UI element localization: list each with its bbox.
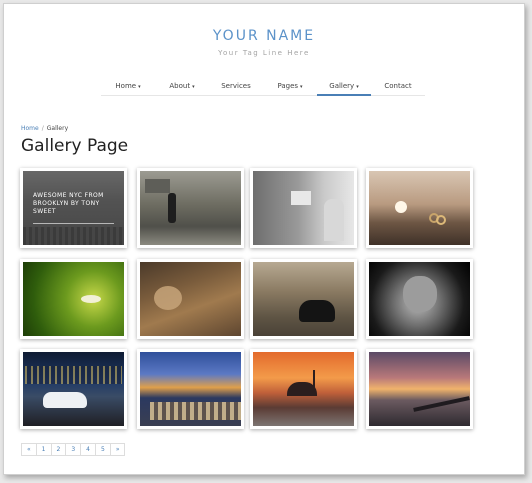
site-name[interactable]: YOUR NAME xyxy=(4,28,524,44)
gallery-image-old-man xyxy=(140,262,241,336)
gallery-item-pier-sunset[interactable] xyxy=(366,349,473,429)
chevron-down-icon: ▾ xyxy=(356,84,359,90)
breadcrumb-home-link[interactable]: Home xyxy=(21,125,39,132)
chevron-down-icon: ▾ xyxy=(300,84,303,90)
nav-about[interactable]: About ▾ xyxy=(155,76,209,96)
gallery-image-coastal-dusk xyxy=(140,352,241,426)
nav-services[interactable]: Services xyxy=(209,76,263,96)
chevron-down-icon: ▾ xyxy=(192,84,195,90)
pagination-page-4[interactable]: 4 xyxy=(80,443,96,456)
gallery-item-rainy-street[interactable] xyxy=(137,168,244,248)
nav-services-label: Services xyxy=(221,82,251,90)
gallery-image-flower xyxy=(23,262,124,336)
gallery-image-wedding-rings xyxy=(369,171,470,245)
gallery-image-night-city-car xyxy=(23,352,124,426)
gallery-item-dog-street[interactable] xyxy=(250,168,357,248)
gallery-item-vintage-car[interactable] xyxy=(250,259,357,339)
gallery-item-old-man[interactable] xyxy=(137,259,244,339)
pagination-next[interactable]: » xyxy=(109,443,126,456)
site-tagline: Your Tag Line Here xyxy=(218,49,310,57)
chevron-down-icon: ▾ xyxy=(138,84,141,90)
gallery-image-nyc-brooklyn: AWESOME NYC FROM BROOKLYN BY TONY SWEET xyxy=(23,171,124,245)
gallery-overlay-caption: AWESOME NYC FROM BROOKLYN BY TONY SWEET xyxy=(33,192,104,215)
nav-contact-label: Contact xyxy=(384,82,412,90)
breadcrumb-current: Gallery xyxy=(46,125,69,132)
nav-contact[interactable]: Contact xyxy=(371,76,425,96)
gallery-item-kitten[interactable] xyxy=(366,259,473,339)
gallery-image-rainy-street xyxy=(140,171,241,245)
nav-home-label: Home xyxy=(115,82,137,90)
gallery-image-istanbul-sunset xyxy=(253,352,354,426)
nav-pages-label: Pages xyxy=(277,82,299,90)
gallery-item-wedding-rings[interactable] xyxy=(366,168,473,248)
nav-about-label: About xyxy=(169,82,191,90)
main-nav: Home ▾ About ▾ Services Pages ▾ Gallery ▾ Co… xyxy=(101,76,425,96)
pagination-page-5[interactable]: 5 xyxy=(94,443,111,456)
pagination-page-2[interactable]: 2 xyxy=(50,443,67,456)
gallery-item-flower[interactable] xyxy=(20,259,127,339)
page-title: Gallery Page xyxy=(21,136,129,156)
page-frame: YOUR NAME Your Tag Line Here Home ▾ About… xyxy=(3,3,525,475)
breadcrumb-separator: / xyxy=(41,125,44,132)
nav-home[interactable]: Home ▾ xyxy=(101,76,155,96)
pagination-page-1[interactable]: 1 xyxy=(35,443,52,456)
overlay-divider xyxy=(33,223,114,224)
breadcrumb: Home / Gallery xyxy=(21,125,68,132)
gallery-image-kitten xyxy=(369,262,470,336)
gallery-item-coastal-dusk[interactable] xyxy=(137,349,244,429)
pagination-page-3[interactable]: 3 xyxy=(65,443,82,456)
pagination: « 1 2 3 4 5 » xyxy=(21,443,126,456)
gallery-image-pier-sunset xyxy=(369,352,470,426)
gallery-item-night-city-car[interactable] xyxy=(20,349,127,429)
site-header: YOUR NAME Your Tag Line Here xyxy=(4,28,524,57)
nav-gallery-label: Gallery xyxy=(329,82,355,90)
pagination-prev[interactable]: « xyxy=(21,443,37,456)
gallery-image-dog-street xyxy=(253,171,354,245)
nav-pages[interactable]: Pages ▾ xyxy=(263,76,317,96)
nav-gallery[interactable]: Gallery ▾ xyxy=(317,76,371,96)
gallery-item-nyc-brooklyn[interactable]: AWESOME NYC FROM BROOKLYN BY TONY SWEET xyxy=(20,168,127,248)
gallery-item-istanbul-sunset[interactable] xyxy=(250,349,357,429)
gallery-image-vintage-car xyxy=(253,262,354,336)
